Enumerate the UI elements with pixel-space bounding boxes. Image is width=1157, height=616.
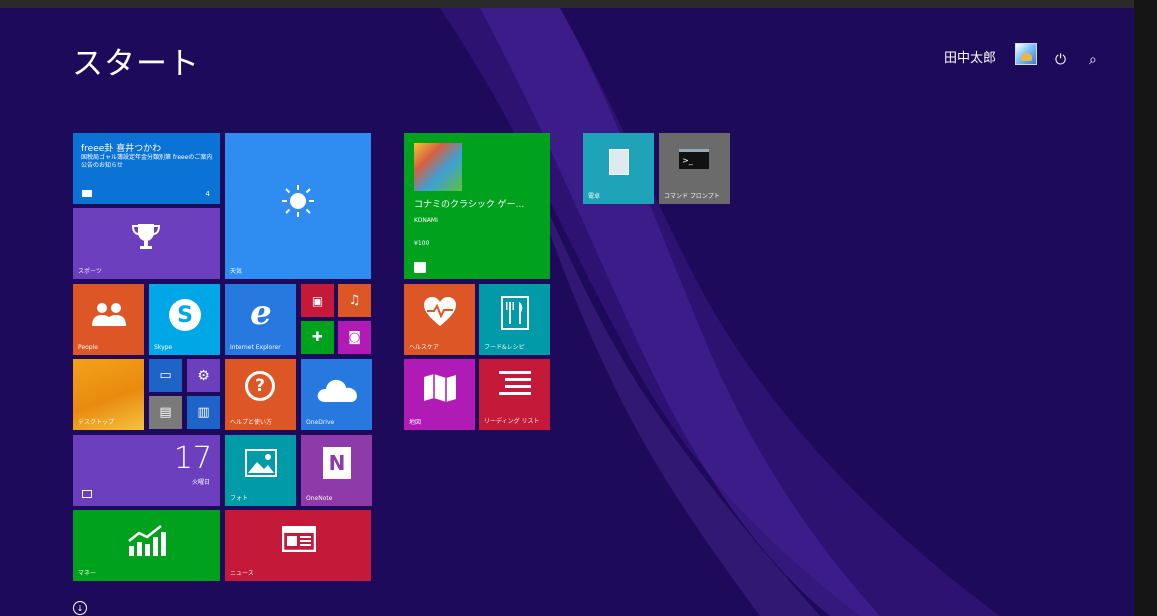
start-screen: スタート 田中太郎 ⏻ ⌕ freee卦 喜井つかわ 国税局ゴャル簿設定年金分類… [0,8,1134,616]
tile-video[interactable]: ▣ [301,284,334,317]
tile-sports[interactable]: スポーツ [73,208,220,279]
tile-label: ヘルスケア [409,344,440,351]
store-publisher: KONAMI [414,217,438,224]
people-icon [92,303,126,326]
computer-icon: ▭ [159,368,172,383]
tile-label: People [78,344,98,351]
store-app-name: コナミのクラシック ゲー... [414,200,525,210]
chart-up-icon [128,525,166,556]
tile-documents[interactable]: ▤ [149,396,182,429]
page-title: スタート [72,46,200,82]
tile-camera[interactable]: ◙ [338,321,371,354]
terminal-icon: >_ [679,149,709,169]
onenote-icon: N [323,447,351,479]
newspaper-icon [282,526,316,552]
tile-label: 地図 [409,419,422,426]
tile-label: ヘルプと使い方 [230,419,273,426]
tile-label: OneDrive [306,419,335,426]
tile-maps[interactable]: 地図 [404,359,475,430]
gear-icon: ⚙ [197,367,210,384]
tile-label: 電卓 [588,193,601,200]
tile-label: OneNote [306,495,333,502]
cloud-icon [317,379,357,402]
headphones-icon: ♫ [348,293,361,308]
search-icon[interactable]: ⌕ [1089,52,1097,68]
sun-icon [282,185,314,217]
tile-weather[interactable]: 天気 [225,133,371,279]
tile-label: マネー [78,570,97,577]
reading-list-icon [499,371,531,395]
trophy-icon [131,224,161,249]
calendar-icon [82,490,92,498]
tile-files[interactable]: ▥ [187,396,220,429]
help-icon: ? [245,371,275,401]
tile-label: コマンド プロンプト [664,193,720,200]
video-icon: ▣ [311,293,324,308]
tile-games[interactable]: ✚ [301,321,334,354]
tile-label: フード&レシピ [484,344,525,351]
tile-settings[interactable]: ⚙ [187,359,220,392]
tile-cmd[interactable]: >_ コマンド プロンプト [659,133,730,204]
tile-help[interactable]: ? ヘルプと使い方 [225,359,296,430]
tile-music[interactable]: ♫ [338,284,371,317]
tile-label: リーディング リスト [484,418,540,425]
power-icon[interactable]: ⏻ [1055,52,1066,68]
store-price: ¥100 [414,240,430,247]
tile-desktop[interactable]: デスクトップ [73,359,144,430]
tile-onenote[interactable]: N OneNote [301,435,372,506]
tile-label: フォト [230,495,249,502]
fork-knife-icon [501,296,529,330]
user-name[interactable]: 田中太郎 [944,47,996,66]
tile-food[interactable]: フード&レシピ [479,284,550,355]
tile-pc[interactable]: ▭ [149,359,182,392]
calculator-icon [609,149,629,175]
tile-finance[interactable]: マネー [73,510,220,581]
tile-skype[interactable]: S Skype [149,284,220,355]
tile-label: デスクトップ [78,419,115,426]
camera-icon: ◙ [348,330,361,345]
tile-notepad[interactable]: 電卓 [583,133,654,204]
tile-onedrive[interactable]: OneDrive [301,359,372,430]
mail-icon [82,190,92,197]
tile-mail[interactable]: freee卦 喜井つかわ 国税局ゴャル簿設定年金分類別第 freeeのご案内 公… [73,133,220,204]
window-right-bar [1134,0,1157,616]
tile-store[interactable]: コナミのクラシック ゲー... KONAMI ¥100 [404,133,550,279]
photo-icon [245,449,277,477]
tile-label: Internet Explorer [230,344,281,351]
mail-count: 4 [205,190,210,198]
map-icon [424,374,456,402]
ie-icon: e [250,293,272,333]
skype-icon: S [169,299,201,331]
tile-reading[interactable]: リーディング リスト [479,359,550,430]
scroll-down-icon[interactable]: ↓ [73,601,87,615]
tile-news[interactable]: ニュース [225,510,371,581]
tile-photos[interactable]: フォト [225,435,296,506]
calendar-date: 17 [173,441,212,476]
tile-calendar[interactable]: 17 火曜日 [73,435,220,506]
tile-health[interactable]: ヘルスケア [404,284,475,355]
tile-label: Skype [154,344,173,351]
controller-icon: ✚ [312,330,323,345]
heart-icon [424,297,456,326]
tile-people[interactable]: People [73,284,144,355]
tile-label: ニュース [230,570,254,577]
tile-label: スポーツ [78,268,102,275]
calendar-weekday: 火曜日 [191,479,210,486]
tile-label: 天気 [230,268,243,275]
tile-ie[interactable]: e Internet Explorer [225,284,296,355]
document-icon: ▤ [159,405,172,420]
mail-subject: freee卦 喜井つかわ [81,144,162,154]
app-thumbnail [414,143,462,191]
store-bag-icon [414,262,426,273]
folder-icon: ▥ [197,405,210,420]
mail-preview: 国税局ゴャル簿設定年金分類別第 freeeのご案内 公告のお知らせ [81,154,213,169]
window-top-bar [0,0,1157,8]
avatar[interactable] [1015,43,1037,65]
